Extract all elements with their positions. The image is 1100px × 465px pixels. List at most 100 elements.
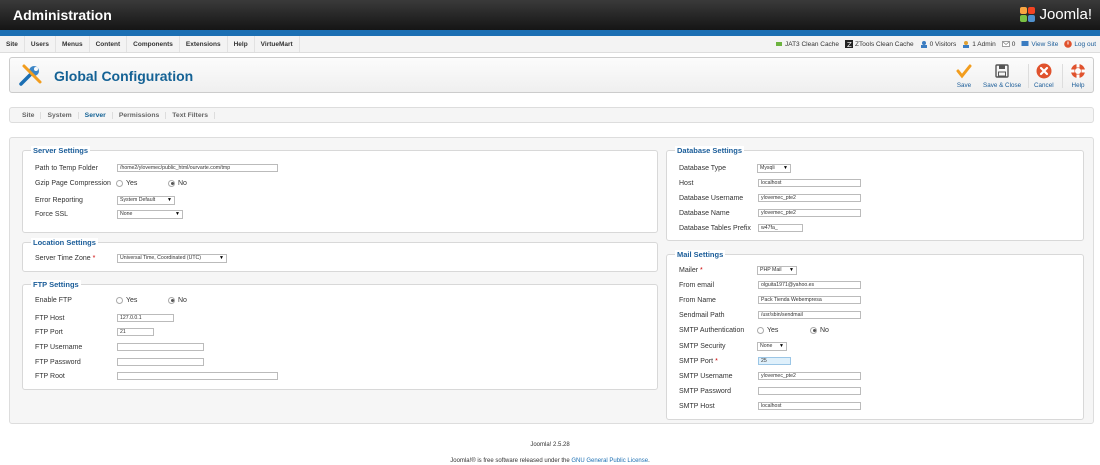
database-host-label: Host — [679, 179, 694, 187]
visitors-count: 0 Visitors — [920, 40, 956, 48]
mail-settings-fieldset: Mail Settings Mailer * PHP Mail ▼ From em… — [666, 250, 1084, 420]
dropdown-arrow-icon: ▼ — [167, 197, 172, 203]
smtp-password-label: SMTP Password — [679, 387, 731, 395]
tab-site[interactable]: Site — [16, 111, 42, 119]
dropdown-arrow-icon: ▼ — [783, 165, 788, 171]
smtp-host-label: SMTP Host — [679, 402, 715, 410]
menu-menus[interactable]: Menus — [56, 36, 90, 52]
ftp-root-input[interactable] — [117, 372, 278, 380]
server-settings-fieldset: Server Settings Path to Temp Folder /hom… — [22, 146, 658, 233]
server-settings-legend: Server Settings — [31, 146, 91, 155]
smtp-security-label: SMTP Security — [679, 342, 726, 350]
database-settings-legend: Database Settings — [675, 146, 745, 155]
admin-header: Administration Joomla! — [0, 0, 1100, 30]
database-name-input[interactable]: ylovemec_pte2 — [758, 209, 861, 217]
joomla-brand-text: Joomla! — [1039, 6, 1092, 23]
smtp-auth-no-radio[interactable]: No — [810, 326, 829, 334]
gzip-label: Gzip Page Compression — [35, 179, 111, 187]
location-settings-legend: Location Settings — [31, 238, 98, 247]
page-title: Global Configuration — [54, 68, 194, 84]
required-marker: * — [92, 254, 96, 262]
footer-version: Joomla! 2.5.28 — [530, 442, 570, 448]
ztools-icon: Z — [845, 40, 854, 48]
database-prefix-label: Database Tables Prefix — [679, 224, 751, 232]
mailer-select[interactable]: PHP Mail ▼ — [757, 265, 797, 275]
save-close-button[interactable]: Save & Close — [983, 63, 1021, 89]
ftp-host-label: FTP Host — [35, 314, 65, 322]
ftp-username-input[interactable] — [117, 343, 204, 351]
menu-components[interactable]: Components — [127, 36, 180, 52]
ftp-password-input[interactable] — [117, 358, 204, 366]
database-username-input[interactable]: ylovemec_pte2 — [758, 194, 861, 202]
smtp-password-input[interactable] — [758, 387, 861, 395]
temp-folder-input[interactable]: /home2/ylovemec/public_html/ourvarte.com… — [117, 164, 278, 172]
database-prefix-input[interactable]: w47fa_ — [758, 224, 803, 232]
tab-server[interactable]: Server — [79, 111, 113, 119]
lifebuoy-icon — [1070, 63, 1086, 79]
cancel-button[interactable]: Cancel — [1034, 63, 1054, 89]
toolbar-separator — [1062, 64, 1063, 88]
footer-license: Joomla!® is free software released under… — [450, 458, 650, 464]
smtp-security-select[interactable]: None ▼ — [757, 341, 787, 351]
tab-text-filters[interactable]: Text Filters — [166, 111, 216, 119]
ftp-port-input[interactable]: 21 — [117, 328, 154, 336]
from-name-input[interactable]: Pack Tienda Webempresa — [758, 296, 861, 304]
sendmail-path-label: Sendmail Path — [679, 311, 725, 319]
smtp-username-input[interactable]: ylovemec_pte2 — [758, 372, 861, 380]
floppy-disk-icon — [995, 64, 1009, 78]
jat3-clean-cache-link[interactable]: JAT3 Clean Cache — [775, 40, 839, 48]
menu-users[interactable]: Users — [25, 36, 56, 52]
ftp-yes-radio[interactable]: Yes — [116, 296, 137, 304]
menu-help[interactable]: Help — [228, 36, 255, 52]
server-timezone-select[interactable]: Universal Time, Coordinated (UTC) ▼ — [117, 253, 227, 263]
mail-icon — [1001, 41, 1010, 47]
ftp-host-input[interactable]: 127.0.0.1 — [117, 314, 174, 322]
menu-extensions[interactable]: Extensions — [180, 36, 228, 52]
database-host-input[interactable]: localhost — [758, 179, 861, 187]
view-site-link[interactable]: View Site — [1021, 40, 1058, 48]
from-email-label: From email — [679, 281, 715, 289]
force-ssl-select[interactable]: None ▼ — [117, 209, 183, 219]
page-toolbar: Global Configuration Save Save & Close C… — [9, 57, 1094, 93]
database-type-select[interactable]: Mysqli ▼ — [757, 163, 791, 173]
ztools-clean-cache-link[interactable]: Z ZTools Clean Cache — [845, 40, 914, 48]
wrench-screwdriver-icon — [19, 64, 42, 86]
error-reporting-select[interactable]: System Default ▼ — [117, 195, 175, 205]
gzip-yes-radio[interactable]: Yes — [116, 179, 137, 187]
menu-content[interactable]: Content — [90, 36, 128, 52]
smtp-auth-yes-radio[interactable]: Yes — [757, 326, 778, 334]
error-reporting-label: Error Reporting — [35, 196, 83, 204]
required-marker: * — [715, 357, 718, 365]
smtp-port-input[interactable]: 25 — [758, 357, 791, 365]
dropdown-arrow-icon: ▼ — [219, 255, 224, 261]
ftp-username-label: FTP Username — [35, 343, 83, 351]
dropdown-arrow-icon: ▼ — [779, 343, 784, 349]
menu-site[interactable]: Site — [0, 36, 25, 52]
header-title: Administration — [13, 7, 112, 23]
tab-permissions[interactable]: Permissions — [113, 111, 167, 119]
smtp-host-input[interactable]: localhost — [758, 402, 861, 410]
ftp-no-radio[interactable]: No — [168, 296, 187, 304]
database-type-label: Database Type — [679, 164, 726, 172]
admin-user-icon — [963, 41, 970, 48]
logout-link[interactable]: Log out — [1064, 40, 1096, 48]
messages-count[interactable]: 0 — [1001, 40, 1015, 48]
save-button[interactable]: Save — [956, 63, 972, 89]
monitor-icon — [1021, 41, 1029, 46]
enable-ftp-label: Enable FTP — [35, 296, 72, 304]
sendmail-path-input[interactable]: /usr/sbin/sendmail — [758, 311, 861, 319]
ftp-settings-fieldset: FTP Settings Enable FTP Yes No FTP Host … — [22, 280, 658, 390]
from-email-input[interactable]: olguita1971@yahoo.es — [758, 281, 861, 289]
database-username-label: Database Username — [679, 194, 744, 202]
gzip-no-radio[interactable]: No — [168, 179, 187, 187]
location-settings-fieldset: Location Settings Server Time Zone * Uni… — [22, 238, 658, 272]
tab-system[interactable]: System — [41, 111, 79, 119]
ftp-settings-legend: FTP Settings — [31, 280, 81, 289]
checkmark-icon — [956, 64, 972, 79]
help-button[interactable]: Help — [1070, 63, 1086, 89]
joomla-logo-icon — [1020, 6, 1036, 23]
gpl-license-link[interactable]: GNU General Public License — [571, 458, 648, 464]
menu-virtuemart[interactable]: VirtueMart — [255, 36, 300, 52]
config-tabs: Site System Server Permissions Text Filt… — [9, 107, 1094, 123]
joomla-brand[interactable]: Joomla! — [1020, 6, 1092, 23]
